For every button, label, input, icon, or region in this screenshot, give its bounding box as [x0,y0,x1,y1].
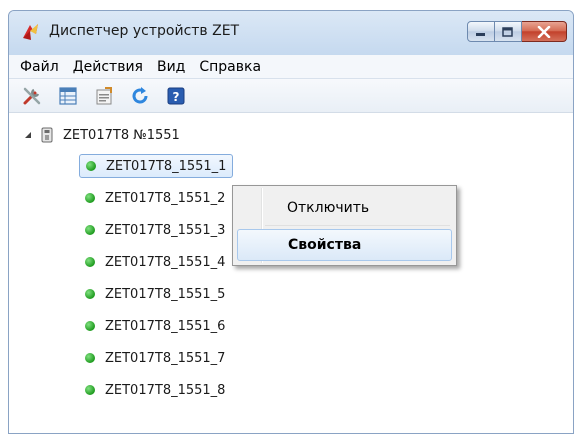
minimize-button[interactable] [467,21,495,42]
app-logo-icon [23,24,38,40]
status-online-icon [85,257,95,267]
toolbar: ? [9,79,573,113]
close-button[interactable] [522,21,567,42]
help-glyph: ? [173,90,180,104]
tree-child-label: ZET017T8_1551_7 [105,350,226,366]
tree-child-label: ZET017T8_1551_1 [106,158,227,174]
tree-child-label: ZET017T8_1551_3 [105,222,226,238]
tree-child-label: ZET017T8_1551_4 [105,254,226,270]
status-online-icon [85,225,95,235]
expand-triangle-icon[interactable] [23,130,33,140]
window-title: Диспетчер устройств ZET [49,23,240,39]
tools-icon [23,87,41,104]
tree-child-3[interactable]: ZET017T8_1551_3 [79,218,231,242]
help-button[interactable]: ? [165,85,187,107]
tree-child-label: ZET017T8_1551_6 [105,318,226,334]
tree-child-label: ZET017T8_1551_5 [105,286,226,302]
maximize-icon [502,26,513,37]
table-icon [59,86,77,105]
menu-bar: Файл Действия Вид Справка [9,55,573,79]
tree-child-1[interactable]: ZET017T8_1551_1 [79,154,234,178]
context-menu-disable[interactable]: Отключить [237,192,452,224]
status-online-icon [85,193,95,203]
menu-help[interactable]: Справка [192,59,268,75]
usb-device-icon [41,127,53,143]
tree-child-2[interactable]: ZET017T8_1551_2 [79,186,231,210]
title-bar[interactable]: Диспетчер устройств ZET [9,11,573,55]
status-online-icon [85,321,95,331]
properties-icon [96,86,112,104]
context-menu-separator [265,225,450,226]
tree-root-label: ZET017T8 №1551 [63,127,180,143]
tree-child-8[interactable]: ZET017T8_1551_8 [79,378,231,402]
menu-actions[interactable]: Действия [66,59,150,75]
minimize-icon [476,32,485,36]
status-online-icon [85,385,95,395]
maximize-button[interactable] [495,21,522,42]
tools-button[interactable] [21,85,43,107]
close-icon [537,25,551,38]
window-controls [467,21,567,43]
properties-button[interactable] [93,85,115,107]
device-tree: ZET017T8 №1551 ZET017T8_1551_1 ZET017T8_… [9,113,573,433]
tree-child-6[interactable]: ZET017T8_1551_6 [79,314,231,338]
menu-file[interactable]: Файл [13,59,66,75]
table-view-button[interactable] [57,85,79,107]
context-menu-properties[interactable]: Свойства [237,229,452,261]
tree-child-7[interactable]: ZET017T8_1551_7 [79,346,231,370]
tree-root-node[interactable]: ZET017T8 №1551 [23,125,180,145]
tree-child-5[interactable]: ZET017T8_1551_5 [79,282,231,306]
status-online-icon [86,161,96,171]
help-icon: ? [167,87,185,104]
menu-view[interactable]: Вид [150,59,192,75]
tree-child-label: ZET017T8_1551_8 [105,382,226,398]
tree-child-label: ZET017T8_1551_2 [105,190,226,206]
refresh-button[interactable] [129,85,151,107]
tree-child-4[interactable]: ZET017T8_1551_4 [79,250,231,274]
refresh-icon [132,86,148,103]
status-online-icon [85,353,95,363]
context-menu: Отключить Свойства [232,185,457,266]
status-online-icon [85,289,95,299]
